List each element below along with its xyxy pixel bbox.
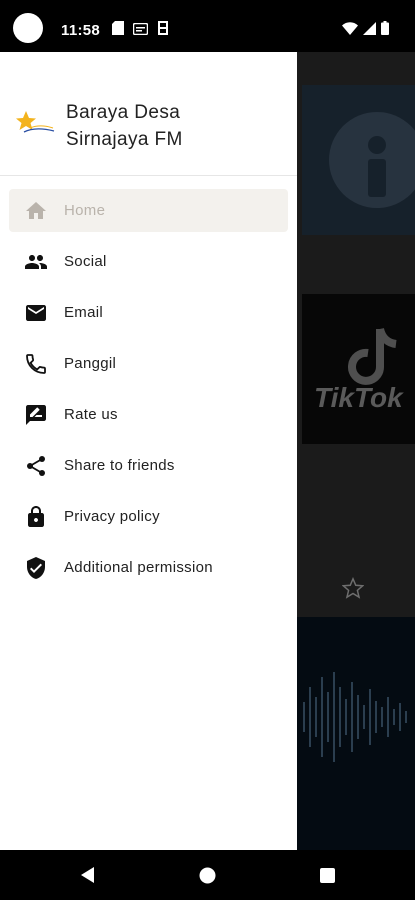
home-icon — [24, 199, 48, 223]
battery-icon — [381, 21, 389, 35]
menu-item-panggil[interactable]: Panggil — [9, 342, 288, 385]
menu-item-privacy[interactable]: Privacy policy — [9, 495, 288, 538]
recents-button[interactable] — [320, 868, 335, 883]
menu-item-share[interactable]: Share to friends — [9, 444, 288, 487]
menu-item-email[interactable]: Email — [9, 291, 288, 334]
menu-item-permission[interactable]: Additional permission — [9, 546, 288, 589]
menu-item-social[interactable]: Social — [9, 240, 288, 283]
app-title-line1: Baraya Desa — [66, 102, 181, 123]
app-title-line2: Sirnajaya FM — [66, 129, 183, 150]
drawer-menu: Home Social Email Panggil Rate us Share … — [0, 189, 297, 597]
people-icon — [24, 250, 48, 274]
sync-icon — [158, 21, 168, 35]
sd-card-icon — [112, 21, 124, 35]
rate-icon — [24, 403, 48, 427]
menu-label-panggil: Panggil — [64, 355, 117, 372]
menu-label-home: Home — [64, 202, 106, 219]
drawer-header: Baraya Desa Sirnajaya FM — [0, 52, 297, 176]
home-button[interactable] — [199, 867, 216, 884]
camera-cutout — [13, 13, 43, 43]
menu-label-rate-us: Rate us — [64, 406, 118, 423]
status-time: 11:58 — [61, 22, 101, 39]
system-nav-bar — [0, 850, 415, 900]
wifi-icon — [342, 21, 358, 35]
menu-label-privacy: Privacy policy — [64, 508, 160, 525]
phone-icon — [24, 352, 48, 376]
menu-label-permission: Additional permission — [64, 559, 213, 576]
menu-label-share: Share to friends — [64, 457, 175, 474]
menu-label-email: Email — [64, 304, 104, 321]
menu-item-rate-us[interactable]: Rate us — [9, 393, 288, 436]
share-icon — [24, 454, 48, 478]
menu-item-home[interactable]: Home — [9, 189, 288, 232]
app-title: Baraya Desa Sirnajaya FM — [66, 99, 183, 153]
message-icon — [133, 23, 148, 35]
mail-icon — [24, 301, 48, 325]
signal-icon — [363, 21, 376, 35]
back-button[interactable] — [79, 866, 95, 884]
app-logo — [16, 111, 55, 133]
menu-label-social: Social — [64, 253, 107, 270]
shield-icon — [24, 556, 48, 580]
lock-icon — [24, 505, 48, 529]
status-bar: 11:58 — [0, 0, 415, 52]
navigation-drawer: Baraya Desa Sirnajaya FM Home Social Ema… — [0, 52, 297, 850]
